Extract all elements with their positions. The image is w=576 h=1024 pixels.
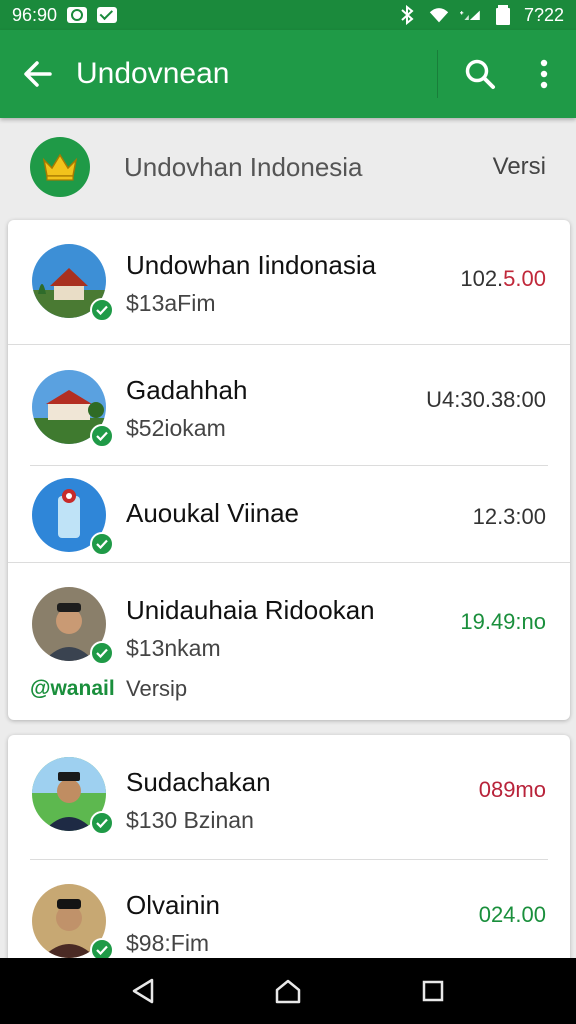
avatar [32,587,114,665]
battery-icon [492,5,514,25]
item-amount: 089mo [478,777,546,802]
list-card: Sudachakan $130 Bzinan 089mo Olvainin $9… [8,735,570,965]
verified-icon [90,424,114,448]
triangle-back-icon [132,978,153,1004]
item-amount: 102.5.00 [460,266,546,292]
app-bar: Undovnean [0,30,576,118]
square-recents-icon [423,980,444,1002]
search-button[interactable] [448,30,512,118]
list-item[interactable]: Undowhan Iindonasia $13aFim 102.5.00 [8,220,570,344]
crown-logo [30,137,90,197]
app-notification-icon [67,7,88,23]
item-subtitle: $130 Bzinan [126,807,254,833]
item-name: Sudachakan [126,767,271,797]
verified-icon [90,532,114,556]
item-name: Unidauhaia Ridookan [126,595,375,625]
amount-prefix: 102. [460,266,504,291]
item-name: Olvainin [126,890,220,920]
item-name: Auoukal Viinae [126,498,299,528]
verified-icon [90,298,114,322]
bluetooth-icon [396,5,418,25]
list-card: Undowhan Iindonasia $13aFim 102.5.00 Gad… [8,220,570,720]
mail-notification-icon [97,7,118,23]
item-subtitle: $13nkam [126,635,221,661]
item-amount: 19.49:no [460,609,546,634]
home-icon [275,979,301,1004]
app-title: Undovnean [76,57,230,90]
list-item[interactable]: Sudachakan $130 Bzinan 089mo [8,735,570,859]
item-name: Undowhan Iindonasia [126,250,377,280]
item-name: Gadahhah [126,375,248,405]
signal-icon [459,5,482,25]
avatar [32,884,114,962]
verified-icon [90,811,114,835]
item-subtitle: $98:Fim [126,930,210,956]
channel-header[interactable]: Undovhan Indonesia Versi [0,118,576,216]
header-title: Undovhan Indonesia [124,151,363,182]
list-item[interactable]: Auoukal Viinae 12.3:00 [8,466,570,562]
nav-recents-button[interactable] [403,961,463,1021]
amount-suffix: 5.00 [503,266,546,291]
item-amount: U4:30.38:00 [426,387,546,412]
item-handle[interactable]: @wanail [30,677,115,701]
avatar [32,478,114,556]
list-item[interactable]: Olvainin $98:Fim 024.00 [8,860,570,965]
item-amount: 024.00 [478,902,546,927]
item-amount: 12.3:00 [472,504,546,529]
list-item[interactable]: Unidauhaia Ridookan $13nkam 19.49:no @wa… [8,563,570,720]
list-item[interactable]: Gadahhah $52iokam U4:30.38:00 [8,345,570,465]
back-button[interactable] [0,30,76,118]
item-footer: Versip [126,676,188,701]
system-nav-bar [0,958,576,1024]
arrow-left-icon [24,61,52,87]
crown-icon [42,153,78,181]
avatar [32,244,114,322]
wifi-icon [428,5,450,25]
more-vert-icon [540,59,548,89]
avatar [32,370,114,448]
header-version-label[interactable]: Versi [493,153,546,181]
item-subtitle: $13aFim [126,290,216,316]
nav-home-button[interactable] [258,961,318,1021]
verified-icon [90,641,114,665]
app-bar-divider [437,50,438,98]
avatar [32,757,114,835]
status-time-right: 7?22 [523,4,564,25]
nav-back-button[interactable] [113,961,173,1021]
status-time: 96:90 [12,4,58,25]
item-subtitle: $52iokam [126,415,226,441]
more-options-button[interactable] [512,30,576,118]
status-bar: 96:90 7?22 [0,0,576,30]
search-icon [465,59,495,89]
